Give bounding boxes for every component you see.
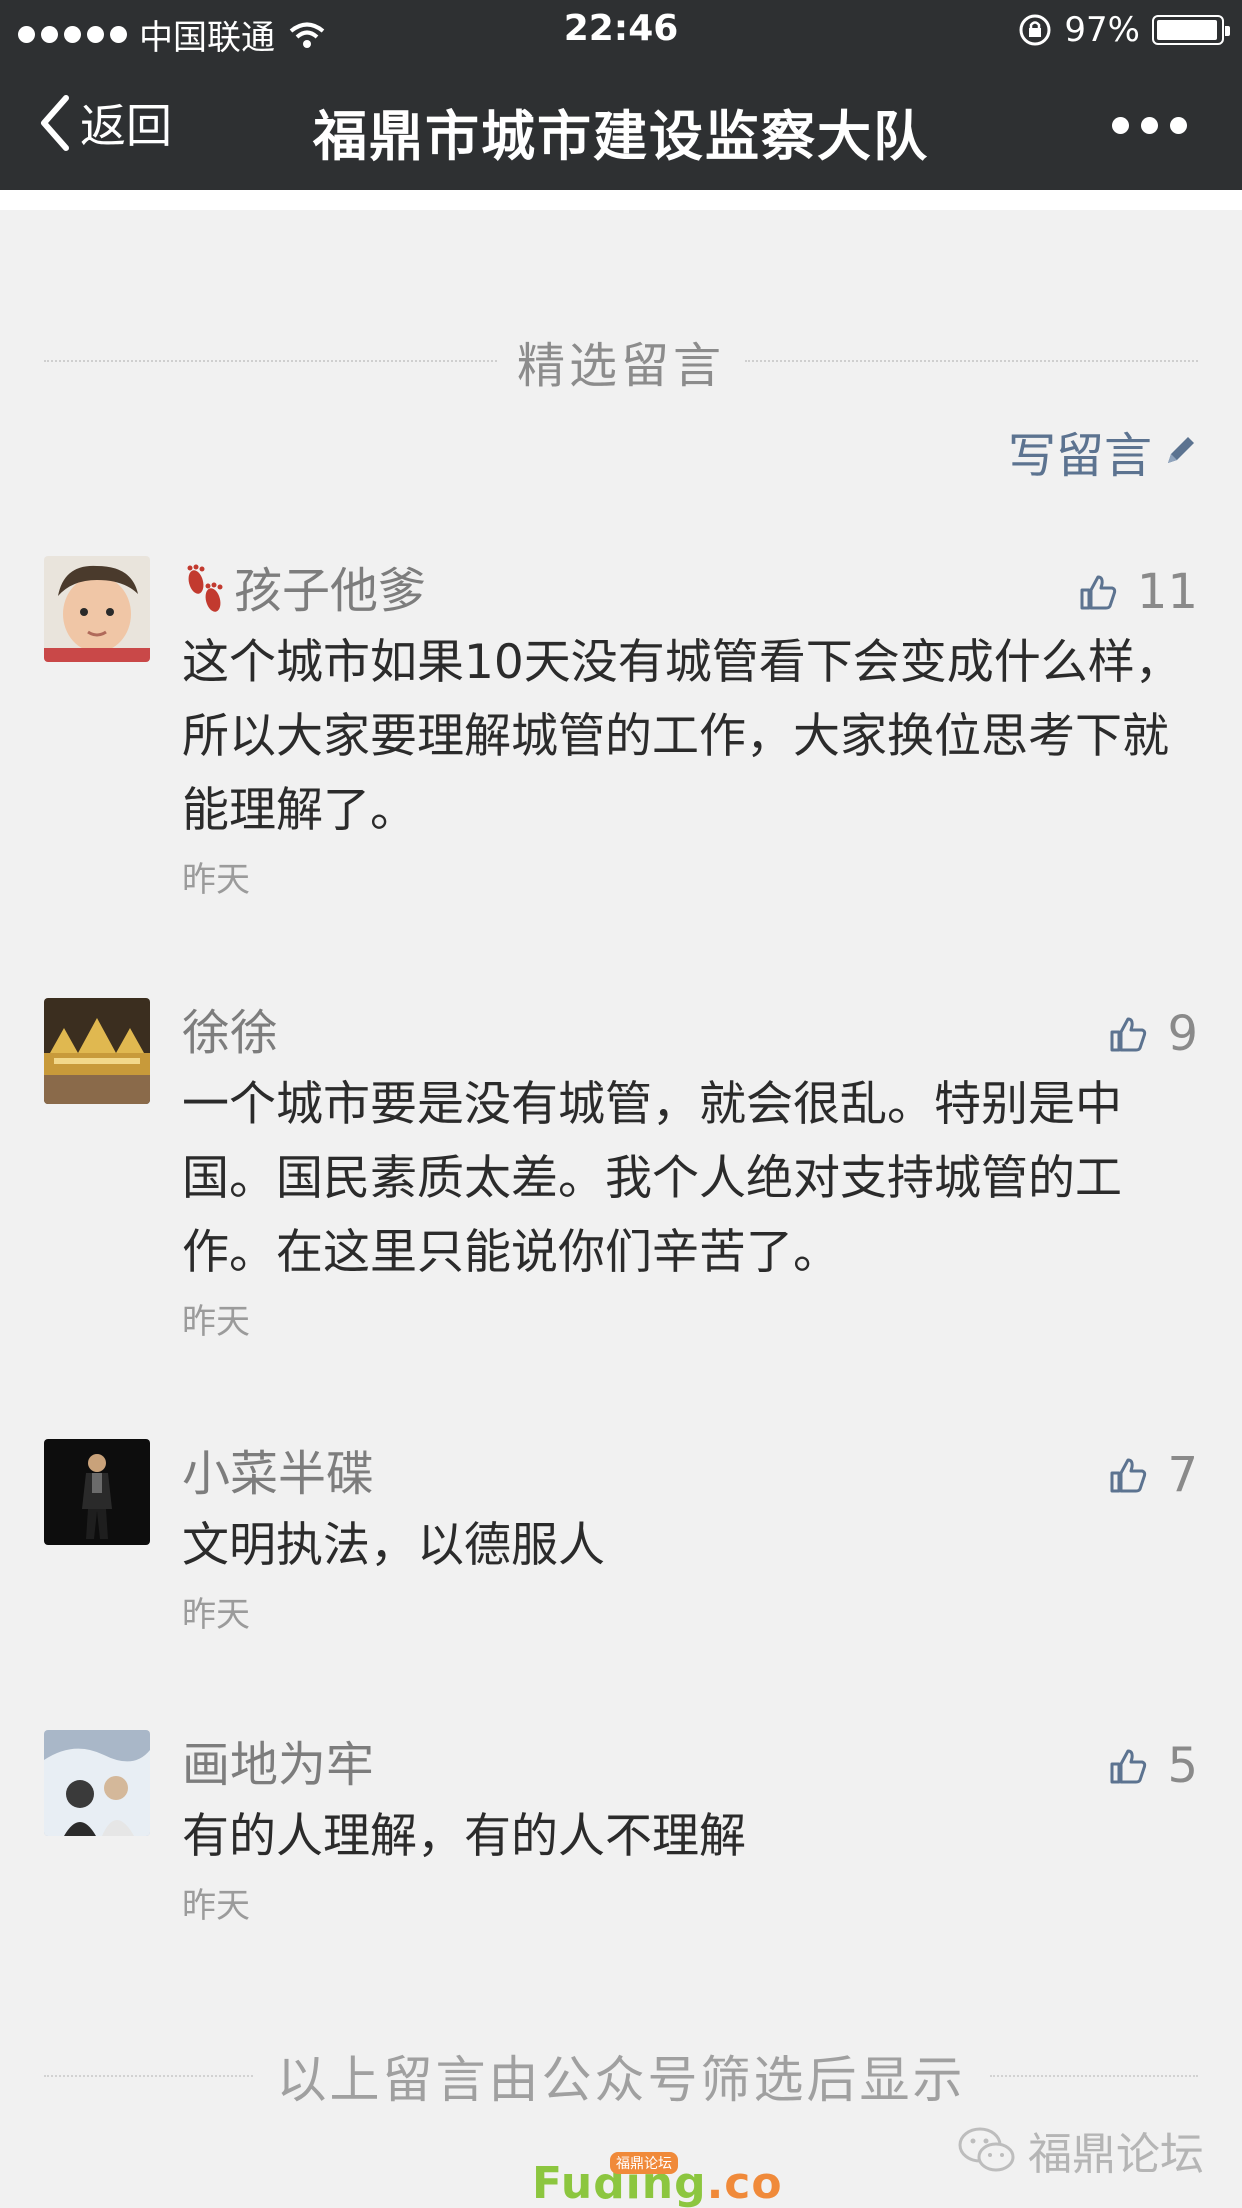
battery-icon — [1152, 15, 1230, 45]
like-button[interactable]: 7 — [1109, 1447, 1198, 1503]
avatar[interactable] — [44, 998, 150, 1104]
commenter-name: 徐徐 — [182, 1005, 279, 1061]
avatar[interactable] — [44, 1439, 150, 1545]
forum-watermark: 福鼎论坛 — [956, 2118, 1204, 2182]
avatar[interactable] — [44, 1730, 150, 1836]
status-bar: 中国联通 22:46 97% — [0, 0, 1242, 62]
like-button[interactable]: 11 — [1079, 564, 1198, 620]
thumbs-up-icon — [1080, 575, 1117, 610]
filter-note: 以上留言由公众号筛选后显示 — [44, 2040, 1198, 2112]
like-count: 9 — [1167, 1006, 1198, 1062]
comment-text: 这个城市如果10天没有城管看下会变成什么样，所以大家要理解城管的工作，大家换位思… — [182, 635, 1182, 838]
page-title: 福鼎市城市建设监察大队 — [313, 105, 929, 168]
comment-text: 文明执法，以德服人 — [182, 1518, 605, 1573]
avatar[interactable] — [44, 556, 150, 662]
like-count: 11 — [1136, 564, 1198, 620]
content-top-edge — [0, 190, 1242, 210]
wechat-icon — [958, 2127, 1015, 2172]
like-button[interactable]: 5 — [1109, 1738, 1198, 1794]
filter-note-text: 以上留言由公众号筛选后显示 — [276, 2051, 966, 2109]
forum-watermark-text: 福鼎论坛 — [1028, 2129, 1204, 2180]
commenter-name: 孩子他爹 — [234, 563, 427, 619]
commenter-name: 小菜半碟 — [182, 1446, 375, 1502]
battery-percent: 97% — [1064, 10, 1140, 50]
comment-time: 昨天 — [182, 1302, 250, 1342]
like-count: 5 — [1167, 1738, 1198, 1794]
site-watermark-badge: 福鼎论坛 — [610, 2152, 678, 2174]
write-comment-button[interactable]: 写留言 — [1008, 416, 1198, 486]
comment-time: 昨天 — [182, 1886, 250, 1926]
thumbs-up-icon — [1110, 1017, 1147, 1052]
featured-comments-header: 精选留言 — [44, 326, 1199, 396]
thumbs-up-icon — [1110, 1749, 1147, 1784]
comment-time: 昨天 — [182, 1595, 250, 1635]
top-bar: 中国联通 22:46 97% 返回 福鼎市城市建设监察大队 — [0, 0, 1242, 190]
more-options-button[interactable] — [1112, 117, 1187, 134]
like-button[interactable]: 9 — [1109, 1006, 1198, 1062]
comment-time: 昨天 — [182, 860, 250, 900]
like-count: 7 — [1167, 1447, 1198, 1503]
site-watermark-suffix: .co — [706, 2158, 783, 2208]
pencil-icon — [1168, 437, 1194, 463]
comment-text: 有的人理解，有的人不理解 — [182, 1809, 746, 1864]
rotation-lock-icon — [1019, 14, 1051, 46]
section-title: 精选留言 — [517, 338, 726, 394]
footprints-icon — [187, 564, 223, 612]
thumbs-up-icon — [1110, 1458, 1147, 1493]
nav-bar: 返回 福鼎市城市建设监察大队 — [0, 62, 1242, 190]
commenter-name: 画地为牢 — [182, 1737, 375, 1793]
comment-text: 一个城市要是没有城管，就会很乱。特别是中国。国民素质太差。我个人绝对支持城管的工… — [182, 1077, 1122, 1280]
write-comment-label: 写留言 — [1007, 428, 1152, 484]
